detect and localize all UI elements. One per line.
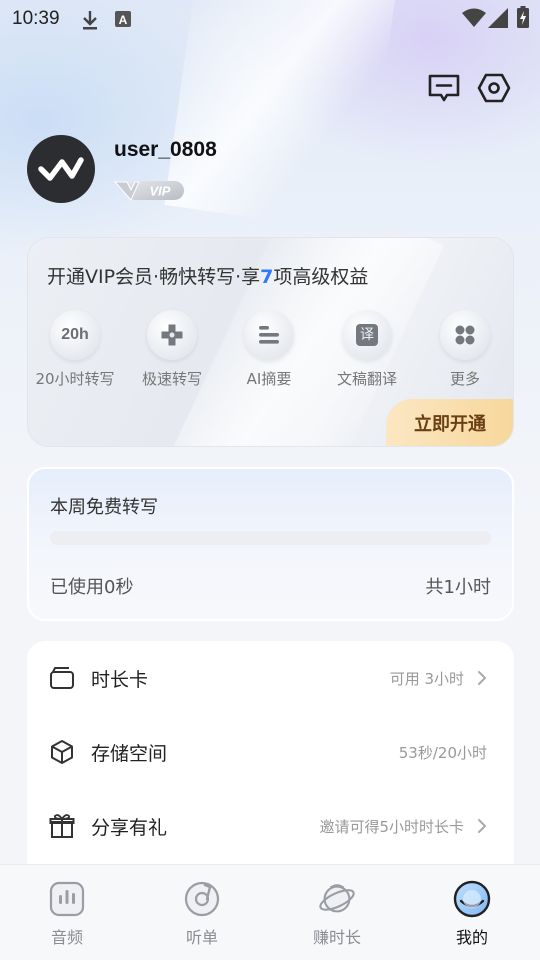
translate-icon-glyph: 译	[356, 324, 378, 346]
wifi-icon	[462, 8, 486, 32]
bottom-nav: 音频 听单 赚时长 我的	[0, 864, 540, 960]
signal-icon	[488, 8, 508, 32]
account-list-card: 时长卡 可用 3小时 存储空间 53秒/20小时 分享有礼 邀请可得5小时时长卡	[27, 641, 514, 901]
nav-earn-time[interactable]: 赚时长	[297, 879, 377, 948]
audio-icon	[47, 879, 87, 919]
battery-icon	[517, 6, 529, 32]
nav-label: 我的	[455, 928, 488, 947]
speed-plus-icon	[147, 310, 197, 360]
free-quota-title: 本周免费转写	[50, 497, 158, 518]
chevron-right-icon	[474, 670, 490, 686]
settings-hexagon-icon[interactable]	[476, 70, 512, 106]
a-notification-icon: A	[115, 11, 131, 31]
free-quota-card: 本周免费转写 已使用0秒 共1小时	[27, 467, 514, 621]
nav-label: 音频	[50, 928, 83, 947]
logo-wave-icon	[38, 157, 84, 181]
list-item-value: 邀请可得5小时时长卡	[319, 817, 464, 836]
list-item-label: 存储空间	[91, 742, 168, 765]
avatar[interactable]	[27, 135, 95, 203]
list-item-label: 分享有礼	[91, 816, 168, 839]
list-item-value: 53秒/20小时	[398, 743, 487, 762]
translate-icon: 译	[342, 310, 392, 360]
open-vip-button[interactable]: 立即开通	[386, 399, 513, 446]
perk-speed[interactable]: 极速转写	[124, 310, 220, 389]
vip-title-prefix: 开通VIP会员·畅快转写·享	[47, 266, 261, 288]
status-time: 10:39	[12, 8, 60, 29]
perk-label: 极速转写	[141, 370, 202, 388]
perk-label: AI摘要	[246, 370, 292, 388]
chevron-right-icon	[474, 818, 490, 834]
perk-label: 20小时转写	[35, 370, 115, 388]
nav-label: 听单	[185, 928, 218, 947]
list-item-storage[interactable]: 存储空间 53秒/20小时	[27, 715, 514, 789]
nav-label: 赚时长	[312, 928, 361, 947]
gift-icon	[48, 812, 76, 840]
perk-label: 文稿翻译	[336, 370, 397, 388]
more-grid-icon	[440, 310, 490, 360]
box-icon	[48, 738, 76, 766]
vip-badge-text: VIP	[150, 184, 171, 199]
vip-badge: VIP	[113, 178, 186, 202]
hours-icon: 20h	[50, 310, 100, 360]
perk-ai-summary[interactable]: AI摘要	[221, 310, 317, 389]
playlist-disc-icon	[182, 879, 222, 919]
total-time: 共1小时	[425, 577, 491, 598]
vip-title-count: 7	[260, 266, 274, 288]
status-bar: 10:39 A	[0, 0, 540, 38]
perk-20h[interactable]: 20h 20小时转写	[28, 310, 123, 389]
planet-icon	[317, 879, 357, 919]
message-icon[interactable]	[426, 70, 462, 106]
vip-title-suffix: 项高级权益	[273, 266, 369, 288]
nav-audio[interactable]: 音频	[27, 879, 107, 948]
list-item-duration-card[interactable]: 时长卡 可用 3小时	[27, 641, 514, 715]
free-quota-progress	[50, 531, 491, 545]
perk-label: 更多	[449, 370, 480, 388]
vip-promo-card[interactable]: 开通VIP会员·畅快转写·享7项高级权益 20h 20小时转写 极速转写 AI摘…	[27, 237, 514, 447]
summary-lines-icon	[244, 310, 294, 360]
profile-face-icon	[452, 879, 492, 919]
perk-more[interactable]: 更多	[417, 310, 513, 389]
card-icon	[48, 664, 76, 692]
hours-icon-text: 20h	[61, 326, 89, 343]
nav-playlist[interactable]: 听单	[162, 879, 242, 948]
svg-text:A: A	[119, 13, 128, 27]
download-icon	[80, 9, 100, 35]
list-item-label: 时长卡	[91, 668, 149, 691]
list-item-value: 可用 3小时	[389, 669, 464, 688]
vip-card-title: 开通VIP会员·畅快转写·享7项高级权益	[47, 262, 368, 289]
used-time: 已使用0秒	[50, 577, 134, 598]
username[interactable]: user_0808	[114, 138, 217, 162]
nav-mine[interactable]: 我的	[432, 879, 512, 948]
list-item-share[interactable]: 分享有礼 邀请可得5小时时长卡	[27, 789, 514, 863]
perk-translate[interactable]: 译 文稿翻译	[319, 310, 415, 389]
